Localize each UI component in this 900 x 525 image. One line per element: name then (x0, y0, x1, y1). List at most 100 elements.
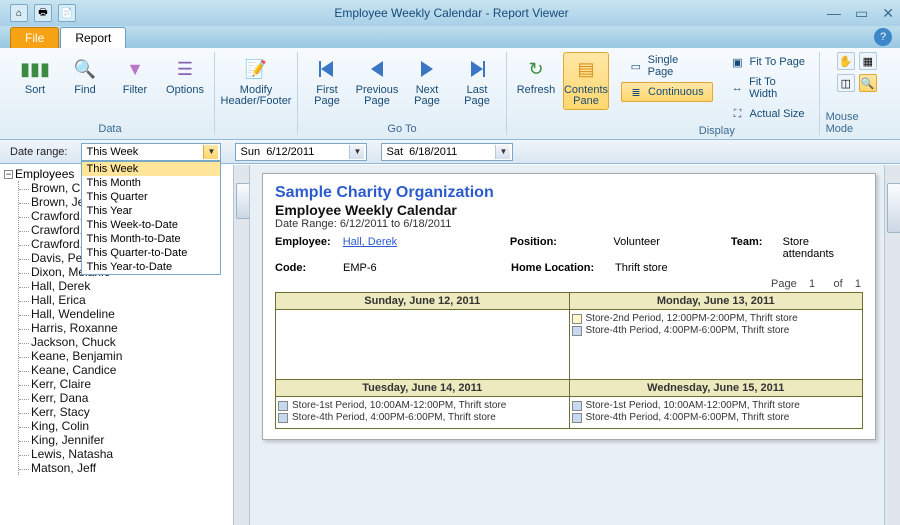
tree-scrollbar[interactable] (233, 165, 249, 525)
fit-to-width-button[interactable]: ↔Fit To Width (723, 74, 813, 102)
next-page-button[interactable]: Next Page (404, 52, 450, 110)
group-goto: First Page Previous Page Next Page Last … (298, 52, 507, 135)
quick-access-toolbar: ⌂ 🖶 📄 (10, 4, 76, 22)
day-header: Wednesday, June 15, 2011 (569, 380, 863, 397)
tree-item[interactable]: Hall, Erica (31, 293, 247, 307)
date-range-option[interactable]: This Week (82, 162, 220, 176)
fit-page-icon: ▣ (730, 54, 746, 70)
org-title: Sample Charity Organization (275, 184, 863, 202)
refresh-icon: ↻ (522, 55, 550, 83)
single-page-icon: ▭ (628, 58, 644, 74)
modify-header-footer-button[interactable]: 📝Modify Header/Footer (221, 52, 291, 110)
tree-item[interactable]: Kerr, Dana (31, 391, 247, 405)
collapse-icon[interactable]: − (4, 170, 13, 179)
report-scrollbar[interactable] (884, 165, 900, 525)
first-page-icon (313, 55, 341, 83)
start-date-combobox[interactable]: Sun 6/12/2011 ▼ (235, 143, 367, 161)
group-mouse: ✋ ▦ ◫ 🔍 Mouse Mode (820, 52, 894, 135)
event-color-icon (572, 326, 582, 336)
actual-size-button[interactable]: ⛶Actual Size (723, 104, 813, 124)
zoom-mode-icon[interactable]: 🔍 (859, 74, 877, 92)
title-bar: ⌂ 🖶 📄 Employee Weekly Calendar - Report … (0, 0, 900, 26)
last-page-icon (463, 55, 491, 83)
options-button[interactable]: ☰Options (162, 52, 208, 99)
help-icon[interactable]: ? (874, 28, 892, 46)
group-display: ▭Single Page ≣Continuous ▣Fit To Page ↔F… (615, 52, 820, 135)
tree-item[interactable]: Keane, Candice (31, 363, 247, 377)
continuous-button[interactable]: ≣Continuous (621, 82, 713, 102)
hand-mode-icon[interactable]: ✋ (837, 52, 855, 70)
tree-item[interactable]: Kerr, Claire (31, 377, 247, 391)
date-range-option[interactable]: This Year-to-Date (82, 260, 220, 274)
marquee-mode-icon[interactable]: ▦ (859, 52, 877, 70)
tree-item[interactable]: Jackson, Chuck (31, 335, 247, 349)
end-date-combobox[interactable]: Sat 6/18/2011 ▼ (381, 143, 513, 161)
date-range-option[interactable]: This Quarter-to-Date (82, 246, 220, 260)
sort-icon: ▮▮▮ (21, 55, 49, 83)
chevron-down-icon[interactable]: ▼ (203, 145, 218, 159)
filter-button[interactable]: ▼Filter (112, 52, 158, 99)
contents-pane-icon: ▤ (572, 55, 600, 83)
tab-file[interactable]: File (10, 27, 59, 48)
day-cell: Store-1st Period, 10:00AM-12:00PM, Thrif… (569, 397, 863, 429)
contents-pane-button[interactable]: ▤Contents Pane (563, 52, 609, 110)
date-range-option[interactable]: This Year (82, 204, 220, 218)
group-actions: ↻Refresh ▤Contents Pane (507, 52, 615, 135)
app-icon[interactable]: ⌂ (10, 4, 28, 22)
event-color-icon (278, 413, 288, 423)
date-range-option[interactable]: This Quarter (82, 190, 220, 204)
last-page-button[interactable]: Last Page (454, 52, 500, 110)
first-page-button[interactable]: First Page (304, 52, 350, 110)
day-cell: Store-2nd Period, 12:00PM-2:00PM, Thrift… (569, 310, 863, 380)
snapshot-mode-icon[interactable]: ◫ (837, 74, 855, 92)
tree-item[interactable]: Matson, Jeff (31, 461, 247, 475)
actual-size-icon: ⛶ (730, 106, 746, 122)
tree-item[interactable]: Kerr, Stacy (31, 405, 247, 419)
event-color-icon (572, 413, 582, 423)
date-range-combobox[interactable]: This Week ▼ This WeekThis MonthThis Quar… (81, 143, 221, 161)
tree-item[interactable]: King, Colin (31, 419, 247, 433)
date-range-dropdown: This WeekThis MonthThis QuarterThis Year… (81, 161, 221, 275)
date-range-label: Date range: (10, 146, 67, 158)
day-header: Tuesday, June 14, 2011 (276, 380, 570, 397)
sort-button[interactable]: ▮▮▮Sort (12, 52, 58, 99)
fit-width-icon: ↔ (730, 80, 746, 96)
group-data: ▮▮▮Sort 🔍Find ▼Filter ☰Options Data (6, 52, 215, 135)
chevron-down-icon[interactable]: ▼ (495, 145, 510, 159)
prev-page-icon (363, 55, 391, 83)
tree-item[interactable]: Harris, Roxanne (31, 321, 247, 335)
date-range-option[interactable]: This Month-to-Date (82, 232, 220, 246)
tree-item[interactable]: Hall, Derek (31, 279, 247, 293)
open-report-icon[interactable]: 📄 (58, 4, 76, 22)
tab-report[interactable]: Report (60, 27, 126, 48)
maximize-icon[interactable]: ▭ (855, 5, 868, 22)
minimize-icon[interactable]: — (827, 5, 841, 22)
day-cell: Store-1st Period, 10:00AM-12:00PM, Thrif… (276, 397, 570, 429)
options-icon: ☰ (171, 55, 199, 83)
next-page-icon (413, 55, 441, 83)
event-color-icon (572, 314, 582, 324)
refresh-button[interactable]: ↻Refresh (513, 52, 559, 99)
day-cell (276, 310, 570, 380)
prev-page-button[interactable]: Previous Page (354, 52, 400, 110)
day-header: Sunday, June 12, 2011 (276, 293, 570, 310)
chevron-down-icon[interactable]: ▼ (349, 145, 364, 159)
find-icon: 🔍 (71, 55, 99, 83)
group-modify: 📝Modify Header/Footer (215, 52, 298, 135)
print-icon[interactable]: 🖶 (34, 4, 52, 22)
date-range-option[interactable]: This Month (82, 176, 220, 190)
close-icon[interactable]: ✕ (882, 5, 894, 22)
date-range-option[interactable]: This Week-to-Date (82, 218, 220, 232)
report-date-range: Date Range: 6/12/2011 to 6/18/2011 (275, 218, 863, 230)
find-button[interactable]: 🔍Find (62, 52, 108, 99)
tree-item[interactable]: Hall, Wendeline (31, 307, 247, 321)
fit-to-page-button[interactable]: ▣Fit To Page (723, 52, 813, 72)
report-title: Employee Weekly Calendar (275, 202, 863, 218)
top-tabs: File Report ? (0, 26, 900, 48)
tree-item[interactable]: Lewis, Natasha (31, 447, 247, 461)
tree-item[interactable]: King, Jennifer (31, 433, 247, 447)
single-page-button[interactable]: ▭Single Page (621, 52, 713, 80)
employee-link[interactable]: Hall, Derek (343, 236, 397, 248)
date-range-bar: Date range: This Week ▼ This WeekThis Mo… (0, 140, 900, 164)
tree-item[interactable]: Keane, Benjamin (31, 349, 247, 363)
